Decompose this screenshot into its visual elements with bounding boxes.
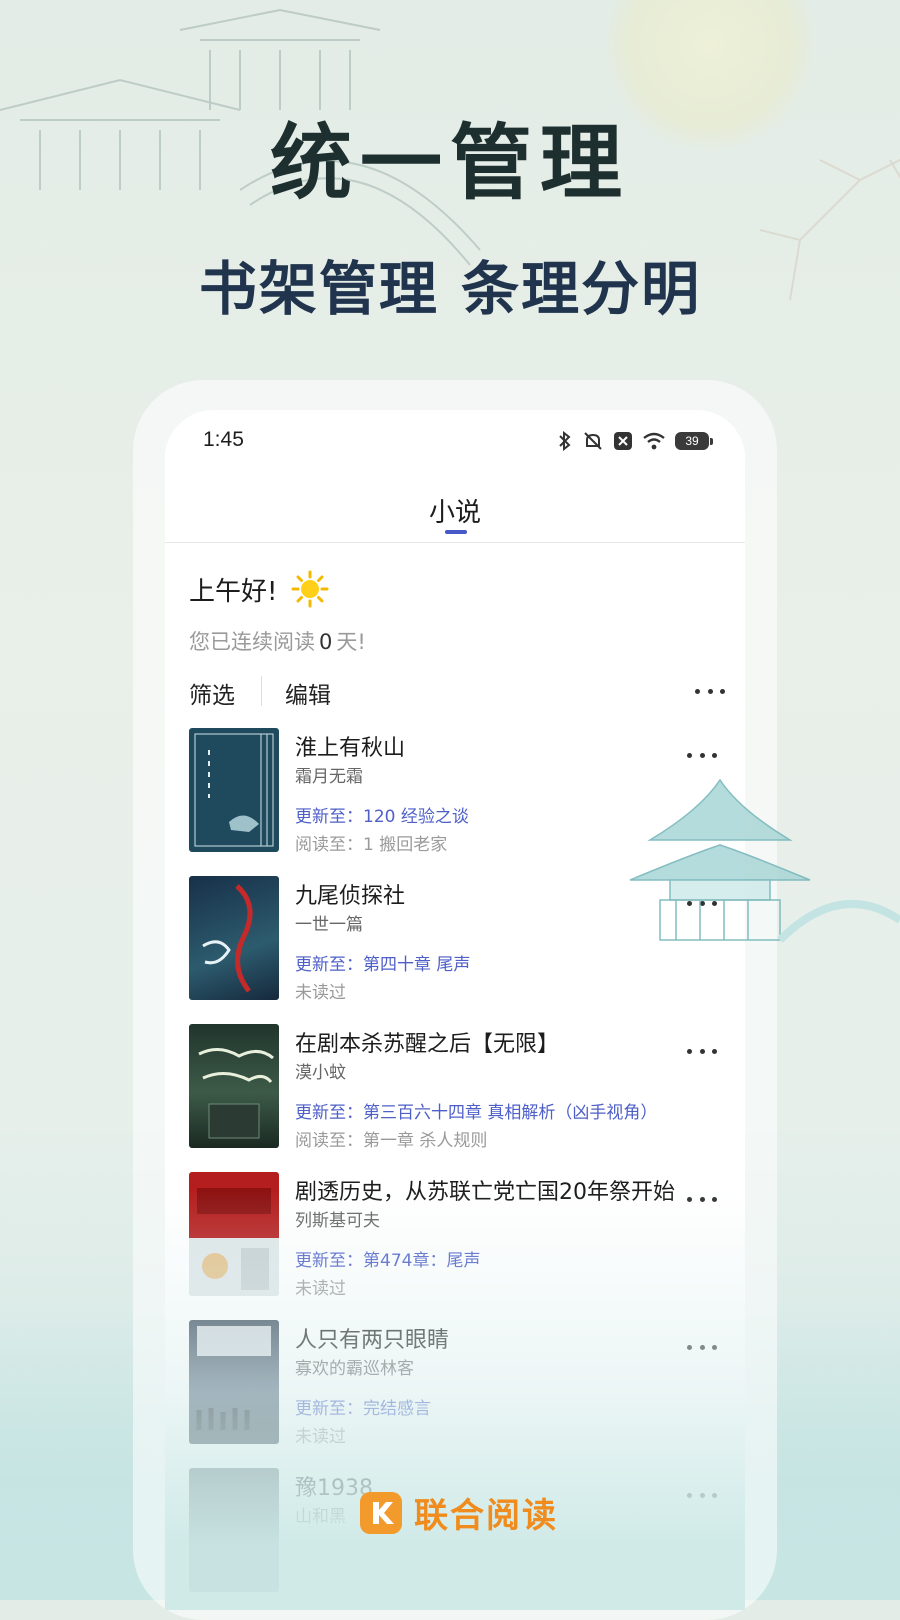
- book-more-icon[interactable]: [687, 1046, 717, 1056]
- book-title: 在剧本杀苏醒之后【无限】: [295, 1032, 560, 1057]
- filter-button[interactable]: 筛选: [189, 676, 235, 710]
- book-author: 漠小蚊: [295, 1063, 346, 1083]
- book-cover: [189, 1468, 279, 1592]
- book-progress: 阅读至：第一章 杀人规则: [295, 1131, 488, 1151]
- phone-screen: 1:45 39 小说 上午好! 您已连续阅读 0 天! 筛选 编辑 淮上有秋山 …: [165, 410, 745, 1610]
- book-progress: 未读过: [295, 983, 346, 1003]
- brand-name: 联合阅读: [414, 1496, 558, 1536]
- status-bar: 1:45 39: [165, 410, 745, 472]
- book-author: 霜月无霜: [295, 767, 363, 787]
- book-cover: [189, 876, 279, 1000]
- book-item[interactable]: 人只有两只眼睛 寡欢的霸巡林客 更新至：完结感言 未读过: [165, 1320, 745, 1450]
- book-progress: 阅读至：1 搬回老家: [295, 835, 448, 855]
- tab-active-indicator: [445, 530, 467, 534]
- toolbar-divider: [261, 676, 262, 706]
- book-update: 更新至：第474章：尾声: [295, 1251, 481, 1271]
- reading-streak: 您已连续阅读 0 天!: [189, 626, 366, 656]
- book-item[interactable]: 在剧本杀苏醒之后【无限】 漠小蚊 更新至：第三百六十四章 真相解析（凶手视角） …: [165, 1024, 745, 1154]
- edit-button[interactable]: 编辑: [285, 676, 331, 710]
- status-time: 1:45: [203, 428, 244, 451]
- wifi-icon: [643, 432, 665, 450]
- book-more-icon[interactable]: [687, 1490, 717, 1500]
- notification-x-icon: [614, 432, 632, 450]
- promo-subheadline: 书架管理 条理分明: [198, 255, 702, 323]
- book-title: 淮上有秋山: [295, 736, 406, 761]
- book-title: 九尾侦探社: [295, 884, 406, 909]
- book-author: 列斯基可夫: [295, 1211, 380, 1231]
- streak-prefix: 您已连续阅读: [189, 630, 315, 654]
- pavilion-illustration: [629, 778, 900, 943]
- greeting: 上午好!: [189, 570, 329, 608]
- tab-bar: 小说: [165, 472, 745, 543]
- book-progress: 未读过: [295, 1427, 346, 1447]
- mute-icon: [584, 432, 602, 450]
- streak-days: 0: [319, 630, 333, 654]
- book-update: 更新至：第四十章 尾声: [295, 955, 471, 975]
- sun-icon: [291, 570, 329, 608]
- greeting-text: 上午好!: [189, 576, 278, 607]
- tab-novels[interactable]: 小说: [165, 492, 745, 529]
- book-author: 一世一篇: [295, 915, 363, 935]
- shelf-toolbar: 筛选 编辑: [165, 668, 745, 712]
- book-item[interactable]: 剧透历史，从苏联亡党亡国20年祭开始 列斯基可夫 更新至：第474章：尾声 未读…: [165, 1172, 745, 1302]
- bluetooth-icon: [559, 431, 571, 451]
- promo-headline: 统一管理: [269, 115, 630, 211]
- book-title: 剧透历史，从苏联亡党亡国20年祭开始: [295, 1180, 675, 1205]
- book-cover: [189, 1024, 279, 1148]
- book-author: 山和黑: [295, 1507, 346, 1527]
- streak-suffix: 天!: [336, 630, 366, 654]
- battery-icon: 39: [675, 432, 713, 450]
- brand-logo-icon: [360, 1491, 402, 1534]
- status-icons: 39: [557, 430, 713, 452]
- book-progress: 未读过: [295, 1279, 346, 1299]
- book-update: 更新至：完结感言: [295, 1399, 431, 1419]
- book-update: 更新至：第三百六十四章 真相解析（凶手视角）: [295, 1103, 658, 1123]
- book-author: 寡欢的霸巡林客: [295, 1359, 414, 1379]
- brand-footer: 联合阅读: [360, 1488, 558, 1537]
- more-options-icon[interactable]: [695, 686, 725, 696]
- book-cover: [189, 1172, 279, 1296]
- book-title: 人只有两只眼睛: [295, 1328, 450, 1353]
- book-more-icon[interactable]: [687, 1342, 717, 1352]
- book-cover: [189, 1320, 279, 1444]
- book-more-icon[interactable]: [687, 1194, 717, 1204]
- book-cover: [189, 728, 279, 852]
- book-update: 更新至：120 经验之谈: [295, 807, 469, 827]
